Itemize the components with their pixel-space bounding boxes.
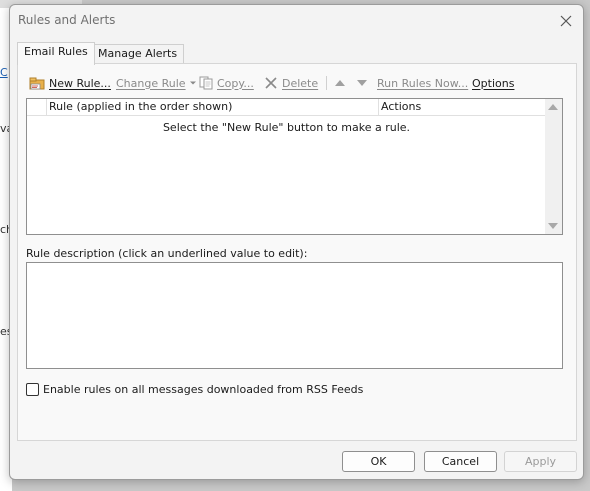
run-rules-now-label: Run Rules Now...	[377, 76, 469, 90]
rules-toolbar: New Rule... Change Rule Copy... Delete R…	[26, 72, 566, 94]
copy-icon	[199, 76, 213, 90]
rules-and-alerts-dialog: Rules and Alerts Email Rules Manage Aler…	[9, 4, 584, 480]
options-label: Options	[472, 76, 515, 90]
rules-list[interactable]: Rule (applied in the order shown) Action…	[26, 98, 563, 235]
column-header-actions[interactable]: Actions	[378, 99, 546, 116]
delete-icon	[264, 76, 278, 90]
move-up-button[interactable]	[334, 74, 346, 92]
new-rule-icon	[29, 76, 45, 90]
change-rule-label: Change Rule	[116, 76, 186, 90]
move-down-button[interactable]	[356, 74, 368, 92]
new-rule-label: New Rule...	[49, 76, 111, 90]
rules-empty-message: Select the "New Rule" button to make a r…	[162, 121, 411, 134]
dialog-titlebar[interactable]: Rules and Alerts	[10, 5, 583, 36]
new-rule-button[interactable]: New Rule...	[29, 74, 111, 92]
move-down-icon	[357, 80, 367, 86]
rss-rules-checkbox[interactable]	[26, 383, 39, 396]
delete-button[interactable]: Delete	[264, 74, 318, 92]
rules-list-header: Rule (applied in the order shown) Action…	[27, 99, 546, 116]
header-spacer-cell	[27, 99, 46, 116]
rss-rules-option[interactable]: Enable rules on all messages downloaded …	[26, 383, 363, 396]
background-link-fragment[interactable]: C	[0, 66, 8, 79]
copy-label: Copy...	[217, 76, 254, 90]
ok-button[interactable]: OK	[342, 451, 415, 472]
run-rules-now-button[interactable]: Run Rules Now...	[377, 74, 468, 92]
scroll-up-arrow-icon[interactable]	[548, 104, 558, 110]
rss-rules-label: Enable rules on all messages downloaded …	[43, 383, 364, 396]
dialog-title: Rules and Alerts	[18, 13, 116, 27]
delete-label: Delete	[282, 76, 319, 90]
change-rule-button[interactable]: Change Rule	[116, 74, 197, 92]
scroll-down-arrow-icon[interactable]	[548, 223, 558, 229]
tab-manage-alerts[interactable]: Manage Alerts	[91, 44, 185, 64]
rules-list-scrollbar[interactable]	[545, 99, 562, 234]
email-rules-panel: New Rule... Change Rule Copy... Delete R…	[17, 63, 577, 441]
cancel-button[interactable]: Cancel	[424, 451, 497, 472]
close-icon	[560, 15, 572, 27]
apply-button[interactable]: Apply	[504, 451, 577, 472]
column-header-rule[interactable]: Rule (applied in the order shown)	[46, 99, 378, 116]
rule-description-box[interactable]	[26, 262, 563, 369]
rule-description-label: Rule description (click an underlined va…	[26, 247, 308, 260]
options-button[interactable]: Options	[472, 74, 514, 92]
copy-button[interactable]: Copy...	[199, 74, 254, 92]
close-button[interactable]	[555, 10, 577, 32]
toolbar-separator	[326, 76, 327, 90]
tab-email-rules[interactable]: Email Rules	[17, 42, 95, 65]
chevron-down-icon	[189, 81, 196, 85]
move-up-icon	[335, 80, 345, 86]
